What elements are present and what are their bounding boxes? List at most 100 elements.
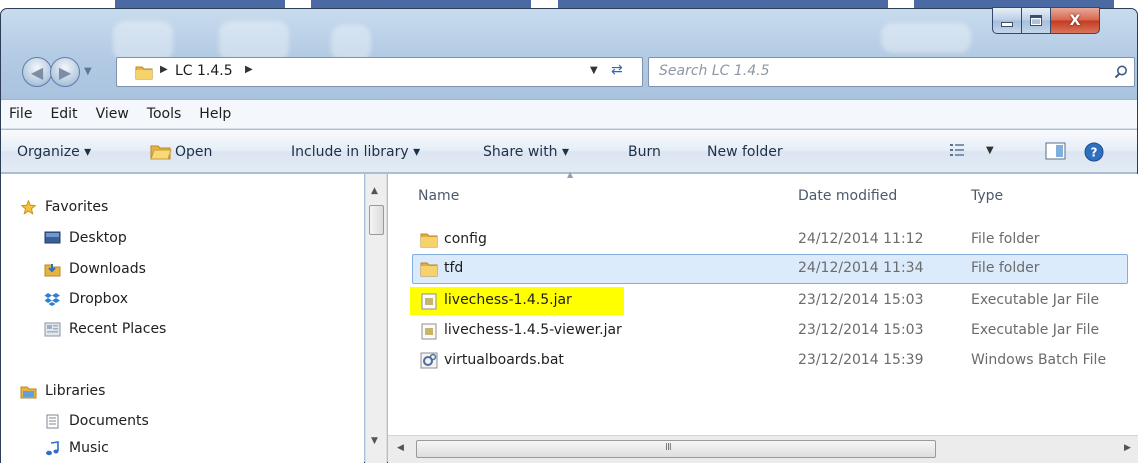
help-icon[interactable]: ?	[1084, 142, 1104, 162]
file-type: Windows Batch File	[971, 352, 1107, 368]
file-date: 24/12/2014 11:34	[798, 260, 924, 276]
nav-item-desktop[interactable]: Desktop	[44, 230, 127, 246]
file-row-livechess-jar[interactable]: livechess-1.4.5.jar 23/12/2014 15:03 Exe…	[412, 286, 1128, 316]
documents-icon	[46, 414, 59, 428]
view-options-dropdown[interactable]: ▼	[986, 145, 994, 156]
preview-pane-icon[interactable]	[1045, 142, 1067, 161]
menu-edit[interactable]: Edit	[42, 106, 87, 122]
maximize-icon	[1030, 15, 1042, 26]
music-icon	[46, 440, 59, 455]
minimize-button[interactable]	[992, 7, 1022, 34]
burn-button[interactable]: Burn	[628, 144, 661, 160]
open-button[interactable]: Open	[175, 144, 212, 160]
menu-file[interactable]: File	[1, 106, 42, 122]
nav-item-label: Music	[69, 440, 109, 456]
breadcrumb-separator-icon[interactable]: ▶	[245, 64, 253, 75]
close-button[interactable]: X	[1050, 7, 1100, 34]
folder-icon	[420, 233, 438, 248]
file-date: 23/12/2014 15:03	[798, 322, 924, 338]
column-header-date-modified[interactable]: Date modified	[798, 188, 897, 204]
folder-icon	[420, 262, 438, 277]
file-name: livechess-1.4.5.jar	[444, 292, 572, 308]
search-placeholder: Search LC 1.4.5	[659, 63, 770, 79]
scroll-down-arrow-icon[interactable]: ▼	[371, 436, 378, 446]
share-with-button[interactable]: Share with ▾	[483, 144, 569, 160]
sort-ascending-icon: ▲	[567, 170, 574, 179]
menu-view[interactable]: View	[88, 106, 139, 122]
nav-item-music[interactable]: Music	[44, 440, 109, 456]
file-type: File folder	[971, 231, 1040, 247]
change-view-button[interactable]	[949, 143, 981, 161]
back-arrow-icon: ◀	[30, 62, 44, 82]
recent-pages-dropdown[interactable]: ▼	[84, 66, 92, 77]
search-icon	[1114, 65, 1127, 79]
forward-arrow-icon: ▶	[58, 62, 72, 82]
nav-item-documents[interactable]: Documents	[44, 413, 149, 429]
menu-help[interactable]: Help	[191, 106, 241, 122]
jar-file-icon	[421, 293, 437, 310]
glass-reflection	[881, 23, 971, 53]
scroll-left-arrow-icon[interactable]: ◀	[397, 443, 404, 453]
refresh-icon[interactable]: ⇄	[611, 62, 623, 78]
include-in-library-button[interactable]: Include in library ▾	[291, 144, 420, 160]
back-button[interactable]: ◀	[22, 57, 52, 87]
svg-text:?: ?	[1091, 146, 1098, 160]
close-icon: X	[1069, 12, 1081, 29]
glass-reflection	[113, 21, 173, 61]
breadcrumb-separator-icon[interactable]: ▶	[160, 64, 168, 75]
file-name: config	[444, 231, 487, 247]
file-row-tfd[interactable]: tfd 24/12/2014 11:34 File folder	[412, 254, 1128, 284]
folder-icon	[135, 66, 153, 80]
file-row-virtualboards-bat[interactable]: virtualboards.bat 23/12/2014 15:39 Windo…	[412, 346, 1128, 376]
forward-button[interactable]: ▶	[50, 57, 80, 87]
nav-item-label: Desktop	[69, 230, 127, 246]
column-header-type[interactable]: Type	[971, 188, 1003, 204]
recent-places-icon	[44, 322, 61, 336]
file-type: Executable Jar File	[971, 292, 1100, 308]
nav-item-label: Documents	[69, 413, 149, 429]
file-name: virtualboards.bat	[444, 352, 564, 368]
nav-item-downloads[interactable]: Downloads	[44, 261, 146, 277]
view-list-icon	[950, 144, 964, 156]
menu-tools[interactable]: Tools	[139, 106, 192, 122]
nav-pane-scrollbar[interactable]: ▲ ▼	[365, 174, 387, 463]
nav-item-label: Dropbox	[69, 291, 128, 307]
scroll-up-arrow-icon[interactable]: ▲	[371, 186, 378, 196]
file-name: tfd	[444, 260, 464, 276]
address-bar[interactable]: ▶ LC 1.4.5 ▶ ▼ ⇄	[116, 57, 643, 87]
file-row-livechess-viewer-jar[interactable]: livechess-1.4.5-viewer.jar 23/12/2014 15…	[412, 316, 1128, 346]
nav-favorites-header[interactable]: Favorites	[20, 199, 108, 215]
nav-item-dropbox[interactable]: Dropbox	[44, 291, 128, 307]
breadcrumb-item[interactable]: LC 1.4.5	[175, 63, 233, 79]
scrollbar-thumb[interactable]: III	[416, 440, 936, 458]
new-folder-button[interactable]: New folder	[707, 144, 783, 160]
nav-item-label: Downloads	[69, 261, 146, 277]
batch-file-icon	[420, 352, 438, 369]
nav-item-recent-places[interactable]: Recent Places	[44, 321, 166, 337]
organize-button[interactable]: Organize ▾	[17, 144, 91, 160]
column-header-name[interactable]: Name	[418, 188, 459, 204]
maximize-button[interactable]	[1021, 7, 1051, 34]
libraries-icon	[20, 386, 37, 398]
desktop-icon	[44, 231, 61, 243]
nav-libraries-header[interactable]: Libraries	[20, 383, 105, 399]
menu-bar: File Edit View Tools Help	[1, 99, 1137, 129]
open-folder-icon	[150, 145, 172, 160]
downloads-icon	[44, 263, 61, 276]
address-history-dropdown[interactable]: ▼	[590, 65, 598, 76]
dropbox-icon	[44, 292, 60, 306]
file-type: File folder	[971, 260, 1040, 276]
file-list-horizontal-scrollbar[interactable]: ◀ III ▶	[388, 435, 1138, 463]
scrollbar-thumb[interactable]	[369, 205, 384, 235]
file-name: livechess-1.4.5-viewer.jar	[444, 322, 622, 338]
file-date: 24/12/2014 11:12	[798, 231, 924, 247]
file-type: Executable Jar File	[971, 322, 1100, 338]
file-row-config[interactable]: config 24/12/2014 11:12 File folder	[412, 225, 1128, 255]
command-toolbar: Organize ▾ Open Include in library ▾ Sha…	[1, 130, 1137, 173]
glass-reflection	[219, 21, 289, 61]
file-date: 23/12/2014 15:39	[798, 352, 924, 368]
search-input[interactable]: Search LC 1.4.5	[648, 57, 1135, 87]
glass-reflection	[331, 25, 371, 61]
star-icon	[20, 199, 37, 215]
scroll-right-arrow-icon[interactable]: ▶	[1124, 443, 1131, 453]
